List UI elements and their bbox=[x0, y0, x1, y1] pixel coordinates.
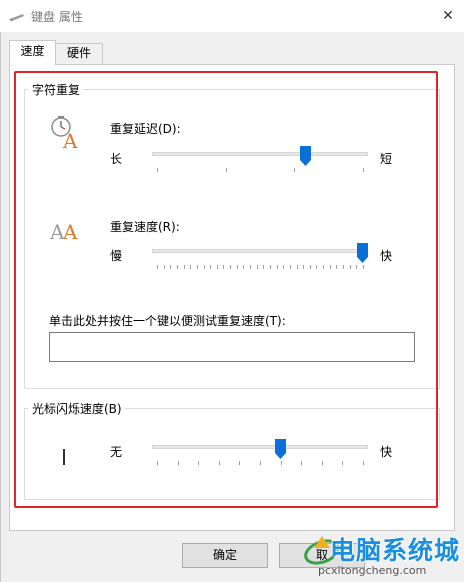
repeat-delay-label: 重复延迟(D): bbox=[110, 122, 181, 136]
slider-tick bbox=[330, 265, 331, 269]
slider-tick bbox=[277, 265, 278, 269]
cursor-blink-slider[interactable] bbox=[152, 439, 368, 471]
slider-tick bbox=[164, 265, 165, 269]
repeat-delay-max-label: 短 bbox=[380, 152, 393, 166]
slider-tick bbox=[170, 265, 171, 269]
repeat-test-label: 单击此处并按住一个键以便测试重复速度(T): bbox=[49, 314, 286, 328]
slider-tick bbox=[303, 265, 304, 269]
slider-tick bbox=[322, 461, 323, 465]
slider-track[interactable] bbox=[152, 152, 368, 156]
slider-tick bbox=[336, 265, 337, 269]
slider-tick bbox=[157, 265, 158, 269]
slider-tick bbox=[356, 265, 357, 269]
cursor-blink-min-label: 无 bbox=[110, 445, 123, 459]
watermark-url: pcxitongcheng.com bbox=[318, 564, 427, 577]
tab-hardware[interactable]: 硬件 bbox=[55, 43, 103, 65]
slider-tick bbox=[350, 265, 351, 269]
repeat-rate-label: 重复速度(R): bbox=[110, 220, 180, 234]
slider-thumb[interactable] bbox=[300, 146, 311, 166]
slider-tick bbox=[157, 168, 158, 172]
slider-tick bbox=[301, 461, 302, 465]
slider-tick bbox=[157, 461, 158, 465]
slider-tick bbox=[310, 265, 311, 269]
repeat-delay-min-label: 长 bbox=[110, 152, 123, 166]
ok-button[interactable]: 确定 bbox=[182, 543, 268, 568]
slider-tick bbox=[184, 265, 185, 269]
slider-tick bbox=[217, 265, 218, 269]
watermark-text: 电脑系统城 bbox=[330, 536, 461, 565]
slider-tick bbox=[198, 461, 199, 465]
repeat-test-input[interactable] bbox=[49, 332, 415, 362]
slider-tick bbox=[226, 168, 227, 172]
slider-tick bbox=[190, 265, 191, 269]
slider-thumb[interactable] bbox=[275, 439, 286, 459]
svg-text:A: A bbox=[62, 129, 78, 149]
repeat-delay-slider[interactable] bbox=[152, 146, 368, 178]
slider-tick bbox=[363, 265, 364, 269]
slider-tick bbox=[283, 265, 284, 269]
slider-tick bbox=[290, 265, 291, 269]
slider-tick bbox=[237, 265, 238, 269]
slider-tick bbox=[177, 265, 178, 269]
slider-tick bbox=[210, 265, 211, 269]
clock-a-icon: A bbox=[50, 115, 80, 153]
tab-hardware-label: 硬件 bbox=[66, 46, 91, 60]
slider-tick bbox=[197, 265, 198, 269]
slider-tick bbox=[363, 461, 364, 465]
svg-text:A: A bbox=[62, 220, 78, 242]
double-a-icon: A A bbox=[49, 218, 82, 244]
tab-speed[interactable]: 速度 bbox=[9, 40, 56, 65]
cursor-blink-max-label: 快 bbox=[380, 445, 393, 459]
window-left-edge bbox=[0, 32, 1, 582]
window-title: 键盘 属性 bbox=[31, 10, 83, 24]
slider-tick bbox=[219, 461, 220, 465]
slider-tick bbox=[230, 265, 231, 269]
slider-tick bbox=[297, 265, 298, 269]
slider-tick bbox=[257, 265, 258, 269]
slider-tick bbox=[294, 168, 295, 172]
repeat-rate-min-label: 慢 bbox=[110, 249, 123, 263]
ok-button-label: 确定 bbox=[212, 548, 237, 562]
slider-tick bbox=[323, 265, 324, 269]
cursor-preview bbox=[63, 449, 65, 465]
repeat-group-title: 字符重复 bbox=[28, 81, 84, 98]
close-button[interactable]: ✕ bbox=[432, 0, 464, 32]
keyboard-icon bbox=[9, 11, 25, 22]
slider-tick bbox=[316, 265, 317, 269]
slider-tick bbox=[281, 461, 282, 465]
slider-tick bbox=[342, 461, 343, 465]
slider-tick bbox=[363, 168, 364, 172]
slider-tick bbox=[204, 265, 205, 269]
slider-tick bbox=[260, 461, 261, 465]
slider-thumb[interactable] bbox=[357, 243, 368, 263]
close-icon: ✕ bbox=[442, 8, 454, 24]
cursor-blink-group-title: 光标闪烁速度(B) bbox=[28, 400, 125, 417]
slider-tick bbox=[270, 265, 271, 269]
slider-track[interactable] bbox=[152, 445, 368, 449]
slider-track[interactable] bbox=[152, 249, 368, 253]
slider-tick bbox=[250, 265, 251, 269]
slider-tick bbox=[178, 461, 179, 465]
slider-tick bbox=[263, 265, 264, 269]
slider-tick bbox=[343, 265, 344, 269]
repeat-rate-slider[interactable] bbox=[152, 243, 368, 275]
repeat-rate-max-label: 快 bbox=[380, 249, 393, 263]
slider-tick bbox=[223, 265, 224, 269]
tab-speed-label: 速度 bbox=[20, 44, 45, 58]
slider-tick bbox=[243, 265, 244, 269]
slider-tick bbox=[239, 461, 240, 465]
